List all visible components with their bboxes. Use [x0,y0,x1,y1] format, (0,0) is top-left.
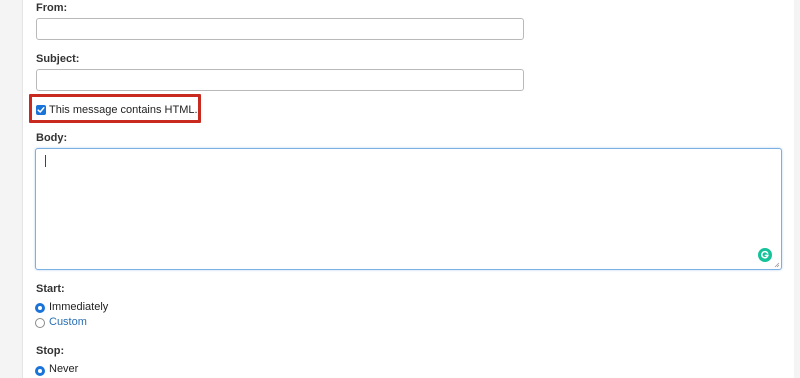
text-caret [45,155,46,167]
right-gutter [794,0,800,378]
resize-grip-icon[interactable] [774,262,780,268]
from-label: From: [36,2,68,14]
start-custom-radio[interactable] [35,318,45,328]
subject-input[interactable] [36,69,524,91]
html-checkbox-label[interactable]: This message contains HTML. [49,104,198,116]
left-gutter [0,0,23,378]
checkmark-icon [37,107,45,113]
html-checkbox[interactable] [36,105,46,115]
body-label: Body: [36,132,68,144]
grammarly-icon[interactable] [758,248,772,262]
start-custom-link[interactable]: Custom [49,316,87,328]
start-label: Start: [36,283,65,295]
stop-label: Stop: [36,345,65,357]
autoresponder-form-page: From: Subject: This message contains HTM… [0,0,800,378]
start-immediately-radio[interactable] [35,303,45,313]
grammarly-g-glyph [761,250,769,259]
stop-never-label[interactable]: Never [49,363,78,375]
from-input[interactable] [36,18,524,40]
subject-label: Subject: [36,53,80,65]
body-textarea[interactable] [35,148,782,270]
start-immediately-label[interactable]: Immediately [49,301,108,313]
stop-never-radio[interactable] [35,366,45,376]
